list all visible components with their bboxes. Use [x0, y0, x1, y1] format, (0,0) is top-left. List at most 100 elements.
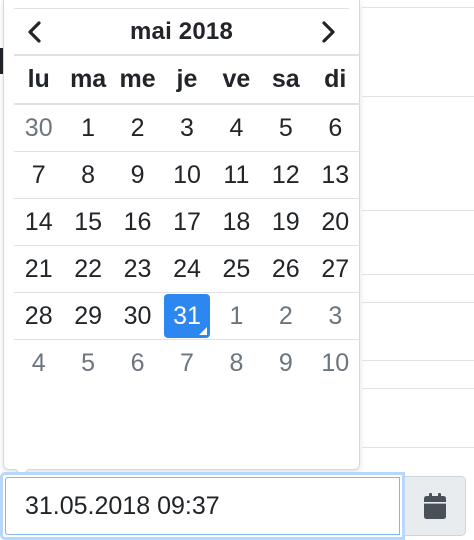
day-cell[interactable]: 24	[162, 245, 212, 293]
day-number: 22	[74, 254, 103, 283]
day-number: 7	[31, 160, 46, 189]
day-number: 29	[74, 301, 103, 330]
day-cell[interactable]: 25	[211, 245, 262, 293]
background-divider	[362, 388, 474, 389]
day-cell[interactable]: 10	[162, 151, 212, 199]
calendar-toggle-button[interactable]	[405, 476, 466, 536]
day-cell[interactable]: 5	[261, 103, 311, 152]
day-number: 3	[180, 113, 194, 142]
weekday-header: je	[162, 54, 212, 105]
calendar-grid: lu ma me je ve sa di 30 1 2 3 4 5 6 7 8 9 10 11 12 13…	[14, 54, 360, 386]
day-cell[interactable]: 1	[63, 103, 113, 152]
day-number: 3	[328, 301, 343, 330]
datepicker-header: mai 2018	[14, 8, 349, 54]
day-cell[interactable]: 8	[211, 339, 262, 386]
day-cell[interactable]: 17	[162, 198, 212, 246]
week-row: 28 29 30 31 1 2 3	[14, 292, 360, 340]
day-number: 6	[130, 348, 145, 377]
background-divider	[362, 210, 474, 211]
day-cell[interactable]: 6	[112, 339, 163, 386]
selected-day-cell[interactable]: 31	[162, 292, 212, 340]
day-cell[interactable]: 29	[63, 292, 113, 340]
day-cell[interactable]: 19	[261, 198, 311, 246]
day-cell[interactable]: 15	[63, 198, 113, 246]
day-number: 2	[278, 301, 293, 330]
next-month-button[interactable]	[309, 10, 349, 54]
day-cell[interactable]: 5	[63, 339, 113, 386]
day-number: 8	[229, 348, 244, 377]
day-number: 10	[173, 160, 201, 189]
background-divider	[362, 274, 474, 275]
day-cell[interactable]: 7	[162, 339, 212, 386]
day-cell[interactable]: 30	[112, 292, 163, 340]
day-number: 6	[328, 113, 343, 142]
day-number: 13	[321, 160, 350, 189]
day-number: 4	[31, 348, 46, 377]
day-number: 9	[130, 160, 145, 189]
day-cell[interactable]: 9	[112, 151, 163, 199]
day-number: 23	[123, 254, 152, 283]
day-number: 24	[173, 254, 201, 283]
day-cell[interactable]: 21	[14, 245, 64, 293]
datepicker-popup: mai 2018 lu ma me je ve sa di 30 1 2 3 4 5 6 7 8…	[3, 0, 360, 470]
week-row: 14 15 16 17 18 19 20	[14, 198, 360, 246]
day-cell[interactable]: 14	[14, 198, 64, 246]
weekday-header: me	[112, 54, 163, 105]
day-cell[interactable]: 8	[63, 151, 113, 199]
day-cell[interactable]: 6	[310, 103, 360, 152]
week-row: 7 8 9 10 11 12 13	[14, 151, 360, 199]
day-number: 14	[24, 207, 53, 236]
month-title[interactable]: mai 2018	[130, 18, 233, 46]
day-number: 4	[229, 113, 244, 142]
day-number: 30	[123, 301, 152, 330]
day-number: 1	[229, 301, 244, 330]
background-divider	[362, 360, 474, 361]
weekday-header: ma	[63, 54, 113, 105]
day-cell[interactable]: 7	[14, 151, 64, 199]
day-cell[interactable]: 13	[310, 151, 360, 199]
prev-month-button[interactable]	[14, 10, 54, 54]
day-cell[interactable]: 20	[310, 198, 360, 246]
day-number: 27	[321, 254, 350, 283]
weekday-header: di	[310, 54, 360, 105]
day-cell[interactable]: 9	[261, 339, 311, 386]
day-cell[interactable]: 2	[112, 103, 163, 152]
day-number: 11	[223, 160, 250, 189]
day-number: 2	[130, 113, 145, 142]
day-number: 5	[278, 113, 293, 142]
day-number: 20	[321, 207, 350, 236]
day-cell[interactable]: 16	[112, 198, 163, 246]
day-cell[interactable]: 3	[310, 292, 360, 340]
chevron-right-icon	[322, 20, 335, 43]
day-cell[interactable]: 4	[211, 103, 262, 152]
calendar-icon	[424, 493, 446, 519]
day-number: 15	[74, 207, 103, 236]
day-cell[interactable]: 4	[14, 339, 64, 386]
day-cell[interactable]: 1	[211, 292, 262, 340]
background-divider	[362, 96, 474, 97]
datetime-input[interactable]	[5, 477, 400, 535]
background-divider	[362, 447, 474, 448]
chevron-left-icon	[28, 20, 41, 43]
day-cell[interactable]: 18	[211, 198, 262, 246]
day-cell[interactable]: 22	[63, 245, 113, 293]
day-cell[interactable]: 23	[112, 245, 163, 293]
day-cell[interactable]: 2	[261, 292, 311, 340]
day-cell[interactable]: 12	[261, 151, 311, 199]
weekday-header: ve	[211, 54, 262, 105]
background-divider	[362, 302, 474, 303]
day-number: 18	[222, 207, 251, 236]
day-cell[interactable]: 10	[310, 339, 360, 386]
day-cell[interactable]: 30	[14, 103, 64, 152]
week-row: 30 1 2 3 4 5 6	[14, 103, 360, 152]
week-row: 21 22 23 24 25 26 27	[14, 245, 360, 293]
day-cell[interactable]: 11	[211, 151, 262, 199]
day-cell[interactable]: 26	[261, 245, 311, 293]
day-cell[interactable]: 27	[310, 245, 360, 293]
weekday-header: sa	[261, 54, 311, 105]
day-number: 8	[81, 160, 96, 189]
day-cell[interactable]: 28	[14, 292, 64, 340]
day-number: 1	[81, 113, 96, 142]
day-number: 31	[163, 294, 210, 338]
day-cell[interactable]: 3	[162, 103, 212, 152]
